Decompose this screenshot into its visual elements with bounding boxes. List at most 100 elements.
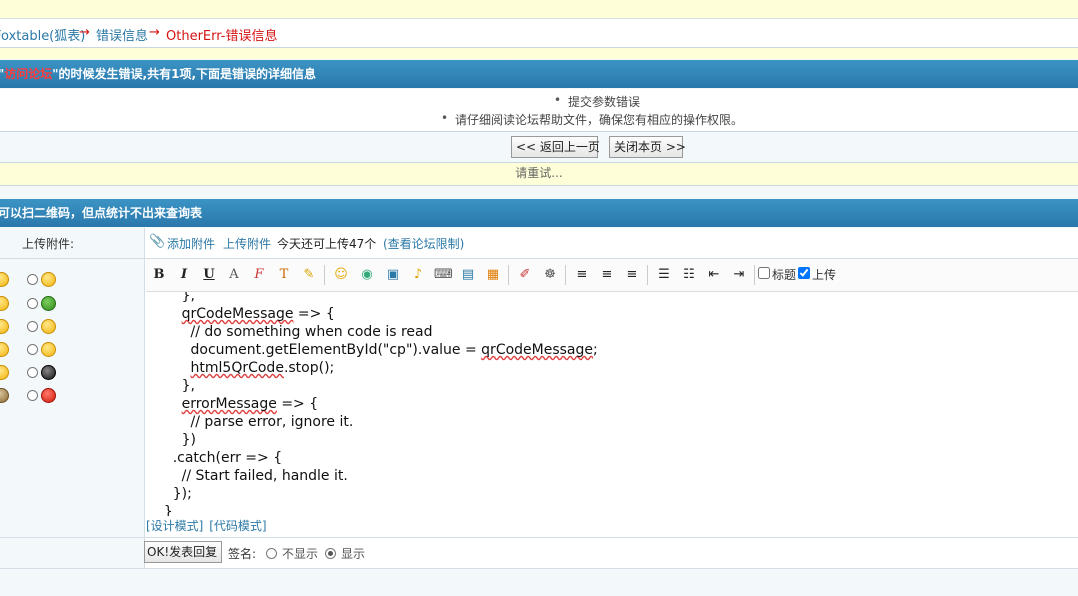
code-line: }, <box>181 292 195 304</box>
emoticon-icon[interactable] <box>41 272 56 287</box>
paint-icon[interactable]: ✐ <box>516 266 534 284</box>
robot-icon[interactable]: ☸ <box>541 266 559 284</box>
insert-image-icon[interactable]: ▣ <box>384 266 402 284</box>
top-notice-strip <box>0 0 1078 19</box>
code-line: qrCodeMessage => { <box>181 306 335 322</box>
design-mode-link[interactable]: [设计模式] <box>146 519 203 533</box>
toolbar-divider <box>565 265 566 285</box>
unordered-list-icon[interactable]: ☷ <box>680 266 698 284</box>
close-page-button[interactable]: 关闭本页 >> <box>609 136 686 158</box>
error-action-name: 访问论坛 <box>4 67 53 81</box>
font-face-icon[interactable]: F <box>250 266 268 284</box>
bold-button[interactable]: B <box>150 266 168 284</box>
error-panel-title: "访问论坛"的时候发生错误,共有1项,下面是错误的详细信息 <box>0 60 316 88</box>
emoticon-radio[interactable] <box>27 344 38 355</box>
emoticon-radio[interactable] <box>27 321 38 332</box>
code-line: errorMessage => { <box>181 396 319 412</box>
outdent-icon[interactable]: ⇤ <box>705 266 723 284</box>
signature-hide-radio[interactable] <box>266 548 277 559</box>
emoticon-icon[interactable] <box>0 342 9 357</box>
breadcrumb: Foxtable(狐表) → 错误信息 → OtherErr-错误信息 <box>0 19 1078 48</box>
font-size-icon[interactable]: A <box>225 266 243 284</box>
code-line: .catch(err => { <box>172 450 283 466</box>
submit-row: OK!发表回复 签名: 不显示 显示 <box>0 538 1078 569</box>
insert-table-icon[interactable]: ▦ <box>484 266 502 284</box>
emoticon-icon[interactable] <box>0 388 9 403</box>
italic-button[interactable]: I <box>175 266 193 284</box>
insert-media-icon[interactable]: ▤ <box>459 266 477 284</box>
insert-code-icon[interactable]: ⌨ <box>434 266 453 284</box>
upload-attachment-link[interactable]: 上传附件 <box>223 235 271 252</box>
code-line: } <box>163 504 173 516</box>
code-line: // parse error, ignore it. <box>190 414 354 430</box>
breadcrumb-forum-link[interactable]: Foxtable(狐表) <box>0 25 85 44</box>
upload-quota-text: 今天还可上传47个 <box>277 237 377 251</box>
insert-flash-icon[interactable]: ◉ <box>358 266 376 284</box>
code-line: }); <box>172 486 192 502</box>
emoticon-insert-icon[interactable]: ☺ <box>332 266 350 284</box>
error-item: 提交参数错误 <box>554 93 640 110</box>
emoticon-radio[interactable] <box>27 274 38 285</box>
title-checkbox-label: 标题 <box>772 268 797 282</box>
emoticon-icon[interactable] <box>41 319 56 334</box>
code-editor[interactable]: }, qrCodeMessage => { // do something wh… <box>146 292 1078 516</box>
editor-row: B I U A F T ✎ ☺ ◉ ▣ ♪ ⌨ ▤ ▦ ✐ ☸ ≡ ≡ ≡ ☰ … <box>0 259 1078 538</box>
attachment-label-cell: 上传附件: <box>0 228 145 258</box>
attachment-row: 上传附件: 📎 添加附件 上传附件 今天还可上传47个 (查看论坛限制) <box>0 228 1078 259</box>
reply-topic-title: 可以扫二维码，但点统计不出来查询表 <box>0 206 203 220</box>
attachment-label: 上传附件: <box>22 237 75 251</box>
code-line: // do something when code is read <box>190 324 433 340</box>
emoticon-radio[interactable] <box>27 367 38 378</box>
editor-toolbar: B I U A F T ✎ ☺ ◉ ▣ ♪ ⌨ ▤ ▦ ✐ ☸ ≡ ≡ ≡ ☰ … <box>146 259 1078 292</box>
reply-panel-header: 可以扫二维码，但点统计不出来查询表 <box>0 199 1078 227</box>
add-attachment-link[interactable]: 添加附件 <box>167 235 215 252</box>
code-line: html5QrCode.stop(); <box>190 360 335 376</box>
code-mode-link[interactable]: [代码模式] <box>209 519 266 533</box>
highlight-pen-icon[interactable]: ✎ <box>300 266 318 284</box>
toolbar-divider <box>754 265 755 285</box>
upload-checkbox-label: 上传 <box>812 268 837 282</box>
emoticon-icon[interactable] <box>0 365 9 380</box>
spacer <box>0 48 1078 59</box>
emoticon-icon[interactable] <box>0 319 9 334</box>
emoticon-icon[interactable] <box>0 272 9 287</box>
emoticon-radio[interactable] <box>27 390 38 401</box>
emoticon-icon[interactable] <box>41 296 56 311</box>
toolbar-divider <box>647 265 648 285</box>
insert-music-icon[interactable]: ♪ <box>409 266 427 284</box>
ordered-list-icon[interactable]: ☰ <box>655 266 673 284</box>
emoticon-panel <box>0 259 145 537</box>
error-title-rest: "的时候发生错误,共有1项,下面是错误的详细信息 <box>52 67 317 81</box>
signature-label: 签名: <box>228 547 257 561</box>
emoticon-radio[interactable] <box>27 298 38 309</box>
align-right-icon[interactable]: ≡ <box>623 266 641 284</box>
font-color-icon[interactable]: T <box>275 266 293 284</box>
back-button[interactable]: << 返回上一页 <box>511 136 600 158</box>
error-panel-header: "访问论坛"的时候发生错误,共有1项,下面是错误的详细信息 <box>0 60 1078 88</box>
breadcrumb-arrow: → <box>79 25 90 40</box>
signature-hide-label: 不显示 <box>282 547 319 561</box>
submit-reply-button[interactable]: OK!发表回复 <box>144 541 222 563</box>
underline-button[interactable]: U <box>200 266 218 284</box>
align-center-icon[interactable]: ≡ <box>598 266 616 284</box>
code-line: // Start failed, handle it. <box>181 468 348 484</box>
breadcrumb-current: OtherErr-错误信息 <box>166 29 278 44</box>
title-checkbox[interactable] <box>758 267 770 279</box>
code-line: }, <box>181 378 195 394</box>
breadcrumb-arrow: → <box>149 25 160 40</box>
align-left-icon[interactable]: ≡ <box>573 266 591 284</box>
code-line: }) <box>181 432 196 448</box>
error-item: 请仔细阅读论坛帮助文件，确保您有相应的操作权限。 <box>441 111 743 128</box>
emoticon-icon[interactable] <box>0 296 9 311</box>
paperclip-icon: 📎 <box>149 234 166 249</box>
editor-mode-switch: [设计模式] [代码模式] <box>146 517 267 534</box>
emoticon-icon[interactable] <box>41 365 56 380</box>
signature-show-radio[interactable] <box>325 548 336 559</box>
emoticon-icon[interactable] <box>41 388 56 403</box>
code-line: document.getElementById("cp").value = qr… <box>190 342 598 358</box>
breadcrumb-error-link[interactable]: 错误信息 <box>96 25 148 44</box>
emoticon-icon[interactable] <box>41 342 56 357</box>
forum-limit-link[interactable]: (查看论坛限制) <box>383 235 464 252</box>
indent-icon[interactable]: ⇥ <box>730 266 748 284</box>
upload-checkbox[interactable] <box>798 267 810 279</box>
